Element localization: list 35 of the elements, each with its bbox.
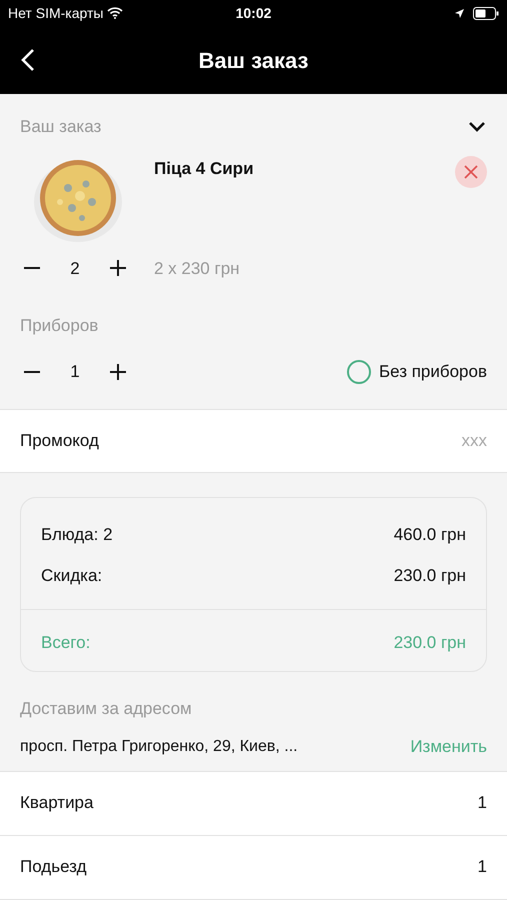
promo-field[interactable]: xxx <box>367 428 487 454</box>
plus-icon <box>109 362 127 381</box>
field-label: Квартира <box>20 792 94 814</box>
promo-label: Промокод <box>20 430 100 452</box>
battery-icon <box>473 6 499 20</box>
summary-value: 230.0 грн <box>394 565 466 587</box>
close-icon <box>464 164 478 178</box>
field-value: 1 <box>478 856 487 878</box>
field-value: 1 <box>478 792 487 814</box>
section-title: Приборов <box>20 316 98 335</box>
screen-title: Ваш заказ <box>198 46 308 74</box>
address-text: просп. Петра Григоренко, 29, Киев, ... <box>20 736 298 757</box>
clock: 10:02 <box>236 4 272 22</box>
section-title: Доставим за адресом <box>20 699 192 718</box>
no-cutlery-radio[interactable]: Без приборов <box>346 359 487 384</box>
carrier-label: Нет SIM-карты <box>8 4 104 23</box>
minus-icon <box>23 370 41 373</box>
summary-label: Скидка: <box>41 565 102 587</box>
wifi-icon <box>107 7 124 19</box>
section-title: Ваш заказ <box>20 116 102 138</box>
plus-icon <box>109 259 127 278</box>
item-price: 2 x 230 грн <box>154 258 240 280</box>
quantity-value: 1 <box>69 361 81 383</box>
remove-button[interactable] <box>455 156 487 188</box>
summary-value: 460.0 грн <box>394 524 466 546</box>
location-arrow-icon <box>454 8 465 18</box>
item-name: Піца 4 Сири <box>154 158 255 180</box>
field-row[interactable]: Квартира 1 <box>0 770 507 836</box>
summary-value: 230.0 грн <box>394 632 466 654</box>
field-row[interactable]: Подьезд 1 <box>0 834 507 900</box>
minus-icon <box>23 267 41 270</box>
field-label: Подьезд <box>20 856 86 878</box>
quantity-value: 2 <box>69 258 81 280</box>
summary-label: Блюда: 2 <box>41 524 113 546</box>
summary-label: Всего: <box>41 632 90 654</box>
